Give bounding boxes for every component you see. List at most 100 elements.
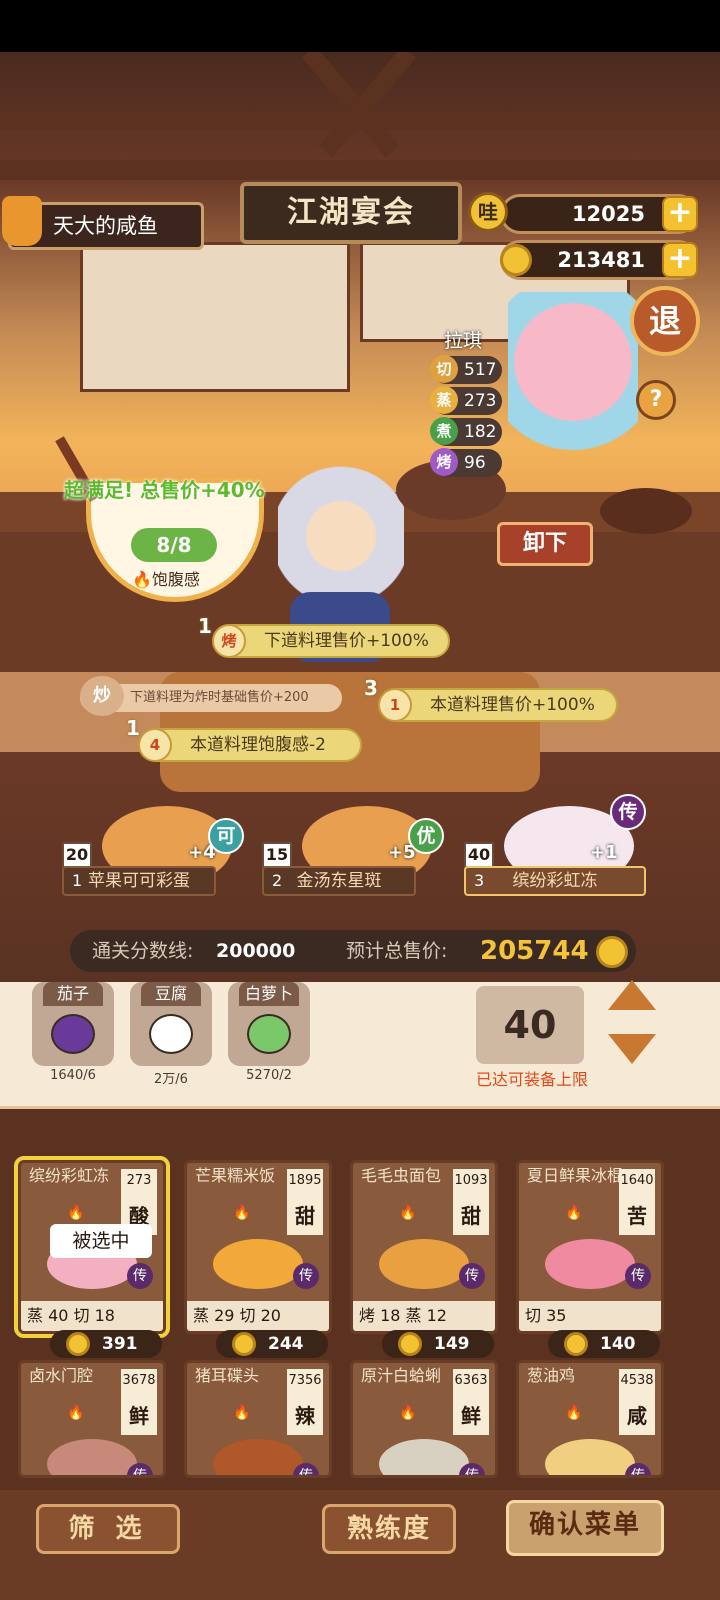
gold-coin-icon xyxy=(232,1332,256,1356)
dish-image xyxy=(545,1439,635,1475)
fire-icon: 🔥 xyxy=(67,1205,85,1221)
capacity-value: 40 xyxy=(476,986,584,1064)
legend-badge: 传 xyxy=(459,1463,485,1475)
chef-stat: 蒸 273 xyxy=(430,386,502,415)
chef-stat: 烤 96 xyxy=(430,448,502,477)
dish-name: 夏日鲜果冰棍 xyxy=(527,1166,624,1185)
proficiency-button[interactable]: 熟练度 xyxy=(322,1504,456,1554)
fire-icon: 🔥 xyxy=(565,1405,583,1421)
satiety-bonus-text: 超满足! 总售价+40% xyxy=(64,478,265,502)
currency-1-add-button[interactable]: + xyxy=(662,196,698,232)
gold-coin-icon xyxy=(596,936,628,968)
dish-image xyxy=(379,1239,469,1289)
arrow-up-icon[interactable] xyxy=(608,980,656,1010)
stat-type-icon: 煮 xyxy=(430,417,458,445)
dish-name: 缤纷彩虹冻 xyxy=(29,1166,110,1185)
rarity-badge: 优 xyxy=(408,818,444,854)
slot-index: 1 xyxy=(72,871,83,890)
legend-badge: 传 xyxy=(127,1263,153,1289)
stat-value: 182 xyxy=(464,422,497,442)
dish-price: 1895 xyxy=(287,1169,323,1199)
legend-badge: 传 xyxy=(459,1263,485,1289)
menu-slot[interactable]: 1 苹果可可彩蛋 xyxy=(62,866,216,896)
dish-price: 1093 xyxy=(453,1169,489,1199)
dish-taste: 甜 xyxy=(453,1199,489,1235)
dish-card[interactable]: 毛毛虫面包 1093 甜 🔥 传烤 18 蒸 12 xyxy=(350,1160,498,1334)
menu-slot[interactable]: 2 金汤东星斑 xyxy=(262,866,416,896)
currency-2-add-button[interactable]: + xyxy=(662,242,698,278)
total-price-label: 预计总售价: xyxy=(346,940,448,962)
fire-icon: 🔥 xyxy=(67,1405,85,1421)
dish-coin-value: 244 xyxy=(216,1330,328,1358)
dish-taste: 鲜 xyxy=(121,1399,157,1435)
dish-name: 卤水门腔 xyxy=(29,1366,94,1385)
dish-stats: 烤 18 蒸 12 xyxy=(353,1301,495,1331)
stat-value: 96 xyxy=(464,453,486,473)
help-button[interactable]: ? xyxy=(636,380,676,420)
exit-button[interactable]: 退 xyxy=(630,286,700,356)
fire-icon: 🔥 xyxy=(399,1405,417,1421)
event-sign: 江湖宴会 xyxy=(240,182,462,244)
fire-icon: 🔥 xyxy=(233,1405,251,1421)
status-bar xyxy=(0,0,720,52)
stat-value: 273 xyxy=(464,391,497,411)
ingredient-count: 2万/6 xyxy=(154,1072,188,1087)
ingredient-count: 5270/2 xyxy=(246,1068,292,1083)
unload-button[interactable]: 卸下 xyxy=(497,522,593,566)
stat-type-icon: 切 xyxy=(430,355,458,383)
dish-price: 1640 xyxy=(619,1169,655,1199)
dish-quantity: 15 xyxy=(262,842,292,868)
dish-card[interactable]: 夏日鲜果冰棍 1640 苦 🔥 传切 35 xyxy=(516,1160,664,1334)
rarity-badge: 可 xyxy=(208,818,244,854)
arrow-down-icon[interactable] xyxy=(608,1034,656,1064)
capacity-text: 已达可装备上限 xyxy=(475,1070,588,1089)
gold-coin-icon xyxy=(66,1332,90,1356)
coin-amount: 391 xyxy=(102,1334,138,1354)
dish-price: 6363 xyxy=(453,1369,489,1399)
buff-this-dish-satiety: 本道料理饱腹感-2 xyxy=(140,728,362,762)
dish-price: 7356 xyxy=(287,1369,323,1399)
stat-type-icon: 烤 xyxy=(430,448,458,476)
dish-taste: 鲜 xyxy=(453,1399,489,1435)
dish-taste: 咸 xyxy=(619,1399,655,1435)
dish-name: 芒果糯米饭 xyxy=(195,1166,276,1185)
coin-amount: 244 xyxy=(268,1334,304,1354)
roast-buff-icon: 烤 xyxy=(212,624,246,658)
chef-name: 拉琪 xyxy=(444,330,483,352)
filter-button[interactable]: 筛 选 xyxy=(36,1504,180,1554)
ingredient-card[interactable]: 豆腐 xyxy=(130,982,212,1066)
dish-quantity: 20 xyxy=(62,842,92,868)
legend-badge: 传 xyxy=(625,1263,651,1289)
slot-dish-name: 缤纷彩虹冻 xyxy=(512,871,598,891)
dish-image xyxy=(47,1439,137,1475)
dish-name: 猪耳碟头 xyxy=(195,1366,260,1385)
legend-badge: 传 xyxy=(293,1263,319,1289)
dish-image xyxy=(545,1239,635,1289)
stat-value: 517 xyxy=(464,360,497,380)
legend-badge: 传 xyxy=(625,1463,651,1475)
dish-image xyxy=(213,1239,303,1289)
rarity-badge: 传 xyxy=(610,794,646,830)
dish-name: 原汁白蛤蜊 xyxy=(361,1366,442,1385)
dish-card[interactable]: 原汁白蛤蜊 6363 鲜 🔥 传 xyxy=(350,1360,498,1478)
dish-price: 4538 xyxy=(619,1369,655,1399)
gold-coin-icon xyxy=(500,244,532,276)
dish-coin-value: 391 xyxy=(50,1330,162,1358)
dish-card[interactable]: 卤水门腔 3678 鲜 🔥 传 xyxy=(18,1360,166,1478)
dish-card[interactable]: 芒果糯米饭 1895 甜 🔥 传蒸 29 切 20 xyxy=(184,1160,332,1334)
menu-slot[interactable]: 3 缤纷彩虹冻 xyxy=(464,866,646,896)
chef-portrait xyxy=(508,292,638,492)
dish-coin-value: 149 xyxy=(382,1330,494,1358)
dish-card[interactable]: 葱油鸡 4538 咸 🔥 传 xyxy=(516,1360,664,1478)
ingredient-card[interactable]: 白萝卜 xyxy=(228,982,310,1066)
dish-card[interactable]: 猪耳碟头 7356 辣 🔥 传 xyxy=(184,1360,332,1478)
confirm-menu-button[interactable]: 确认菜单 xyxy=(506,1500,664,1556)
dish-taste: 甜 xyxy=(287,1199,323,1235)
ingredient-card[interactable]: 茄子 xyxy=(32,982,114,1066)
stat-type-icon: 蒸 xyxy=(430,386,458,414)
slot-index: 2 xyxy=(272,871,283,890)
ingredient-icon xyxy=(51,1014,95,1054)
dish-name: 毛毛虫面包 xyxy=(361,1166,442,1185)
satiety-value: 8/8 xyxy=(131,528,217,562)
dish-price: 3678 xyxy=(121,1369,157,1399)
